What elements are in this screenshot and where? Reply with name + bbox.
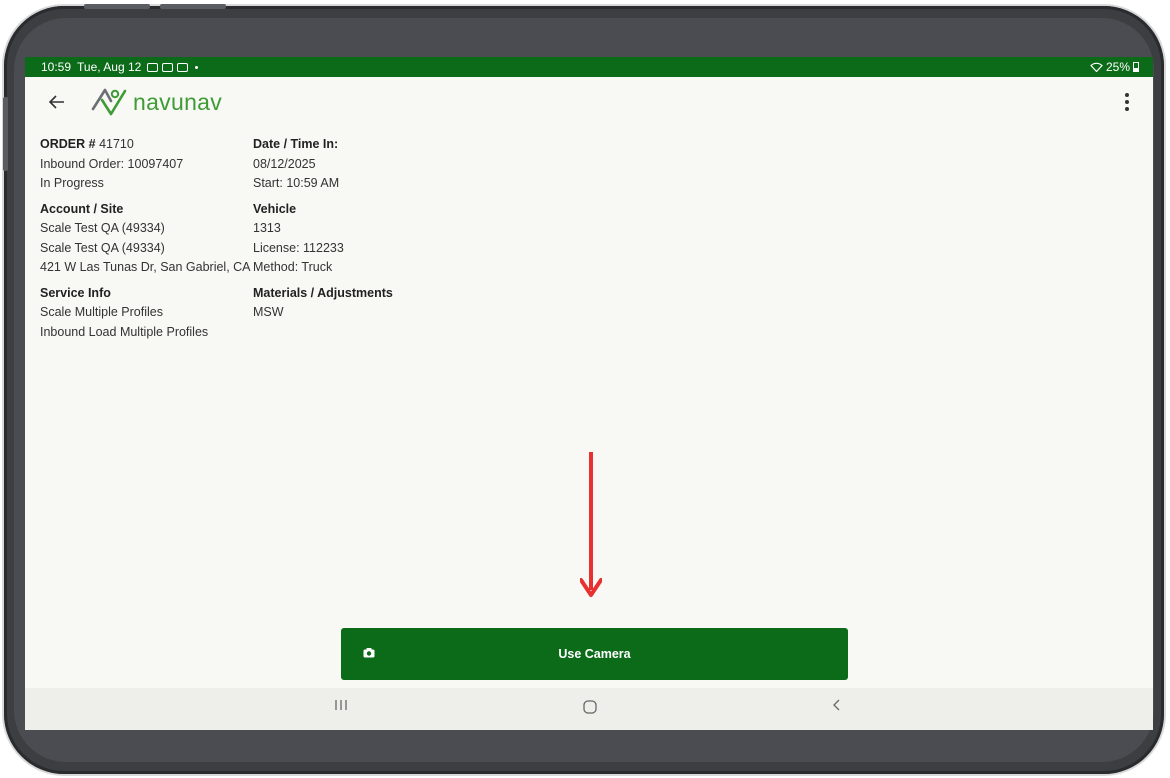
more-notifications-icon	[195, 65, 199, 69]
back-button[interactable]	[39, 84, 75, 120]
date-in: 08/12/2025	[253, 156, 316, 171]
overflow-menu-button[interactable]	[1115, 89, 1139, 115]
site-address: 421 W Las Tunas Dr, San Gabriel, CA	[40, 260, 251, 274]
service-info-title: Service Info	[40, 285, 111, 300]
volume-button	[84, 4, 150, 9]
red-arrow-annotation-icon	[580, 452, 602, 597]
more-vert-dot	[1125, 107, 1129, 111]
news-icon	[162, 62, 174, 72]
chevron-left-icon	[833, 699, 840, 711]
vehicle-title: Vehicle	[253, 201, 297, 216]
battery-icon	[1133, 62, 1139, 72]
order-number: 41710	[99, 137, 134, 151]
arrow-left-icon	[49, 95, 64, 109]
image-icon	[177, 62, 189, 72]
materials-value: MSW	[253, 305, 284, 319]
account-name: Scale Test QA (49334)	[40, 221, 165, 235]
details-left-column: ORDER # 41710 Inbound Order: 10097407 In…	[40, 135, 253, 342]
vehicle-method: Method: Truck	[253, 260, 333, 274]
order-details: ORDER # 41710 Inbound Order: 10097407 In…	[40, 135, 460, 342]
service-info-line: Inbound Load Multiple Profiles	[40, 324, 209, 339]
order-status: In Progress	[40, 176, 104, 190]
home-button[interactable]	[582, 699, 598, 720]
use-camera-button[interactable]: Use Camera	[341, 628, 848, 680]
vehicle-license: License: 112233	[253, 240, 344, 255]
account-site-title: Account / Site	[40, 201, 124, 216]
status-bar: 10:59 Tue, Aug 12 25%	[25, 57, 1153, 77]
side-button	[3, 97, 8, 171]
order-number-line: ORDER # 41710	[40, 135, 253, 155]
recents-icon	[335, 700, 347, 710]
vehicle-number: 1313	[253, 221, 281, 235]
inbound-order: Inbound Order: 10097407	[40, 156, 184, 171]
order-label: ORDER #	[40, 137, 96, 151]
details-right-column: Date / Time In: 08/12/2025 Start: 10:59 …	[253, 135, 453, 342]
materials-title: Materials / Adjustments	[253, 285, 393, 300]
home-icon	[583, 700, 597, 714]
more-vert-icon	[1125, 93, 1129, 97]
navunav-logo: navunav	[91, 87, 222, 117]
logo-text: navunav	[133, 88, 223, 115]
power-button	[160, 4, 226, 9]
mail-icon	[147, 62, 159, 72]
more-vert-dot	[1125, 100, 1129, 104]
system-nav-bar	[25, 688, 1153, 730]
recents-button[interactable]	[334, 698, 348, 717]
logo-mark-icon	[91, 88, 127, 116]
status-date: Tue, Aug 12	[77, 60, 142, 74]
start-time: Start: 10:59 AM	[253, 176, 340, 190]
screen: 10:59 Tue, Aug 12 25% navunav ORDER # 41…	[25, 57, 1153, 730]
notification-icons	[147, 62, 199, 72]
app-bar: navunav	[25, 77, 1153, 127]
wifi-icon	[1090, 62, 1103, 72]
status-time: 10:59	[41, 60, 72, 74]
battery-percent: 25%	[1105, 60, 1130, 74]
date-time-title: Date / Time In:	[253, 137, 339, 151]
camera-icon	[363, 648, 375, 658]
site-name: Scale Test QA (49334)	[40, 240, 165, 255]
system-back-button[interactable]	[831, 698, 843, 717]
use-camera-label: Use Camera	[558, 647, 631, 661]
service-info-line: Scale Multiple Profiles	[40, 305, 163, 319]
